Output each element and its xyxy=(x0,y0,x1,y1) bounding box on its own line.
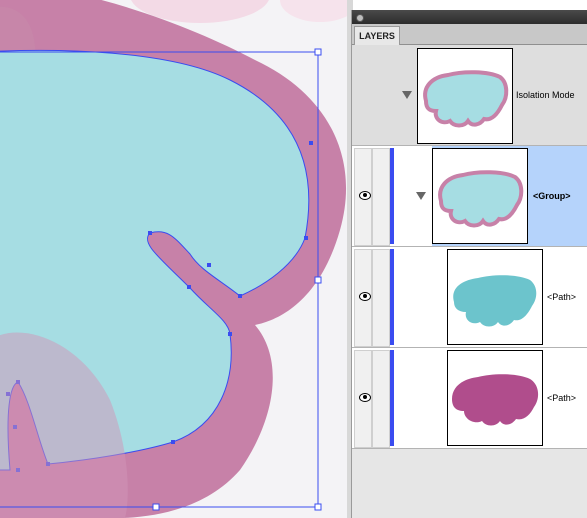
artboard-canvas[interactable] xyxy=(0,0,352,518)
visibility-toggle[interactable] xyxy=(354,148,372,246)
lock-toggle[interactable] xyxy=(372,148,390,246)
isolation-thumbnail xyxy=(417,48,513,144)
visibility-toggle[interactable] xyxy=(354,350,372,448)
panel-tabbar: LAYERS xyxy=(352,24,587,45)
layer-row-path-teal[interactable]: <Path> xyxy=(352,247,587,348)
group-thumbnail xyxy=(432,148,528,244)
expand-triangle-icon[interactable] xyxy=(416,192,426,200)
tab-layers[interactable]: LAYERS xyxy=(354,26,400,45)
lock-toggle[interactable] xyxy=(372,249,390,347)
layer-color-bar xyxy=(390,249,394,345)
isolation-mode-row[interactable]: Isolation Mode xyxy=(352,45,587,146)
eye-icon[interactable] xyxy=(359,393,371,402)
visibility-toggle[interactable] xyxy=(354,249,372,347)
path-thumbnail-magenta xyxy=(447,350,543,446)
lock-toggle[interactable] xyxy=(372,350,390,448)
layer-color-bar xyxy=(390,350,394,446)
path-label: <Path> xyxy=(547,292,577,302)
path-thumbnail-teal xyxy=(447,249,543,345)
group-label: <Group> xyxy=(533,191,571,201)
isolation-mode-label: Isolation Mode xyxy=(516,90,575,100)
expand-triangle-icon[interactable] xyxy=(402,91,412,99)
close-icon[interactable] xyxy=(356,14,364,22)
eye-icon[interactable] xyxy=(359,292,371,301)
eye-icon[interactable] xyxy=(359,191,371,200)
path-label: <Path> xyxy=(547,393,577,403)
layer-row-group[interactable]: <Group> xyxy=(352,146,587,247)
panel-titlebar[interactable] xyxy=(352,10,587,24)
layer-color-bar xyxy=(390,148,394,244)
layers-panel: LAYERS Isolation Mode <Group> <Path> <Pa… xyxy=(351,10,587,518)
layer-row-path-magenta[interactable]: <Path> xyxy=(352,348,587,449)
